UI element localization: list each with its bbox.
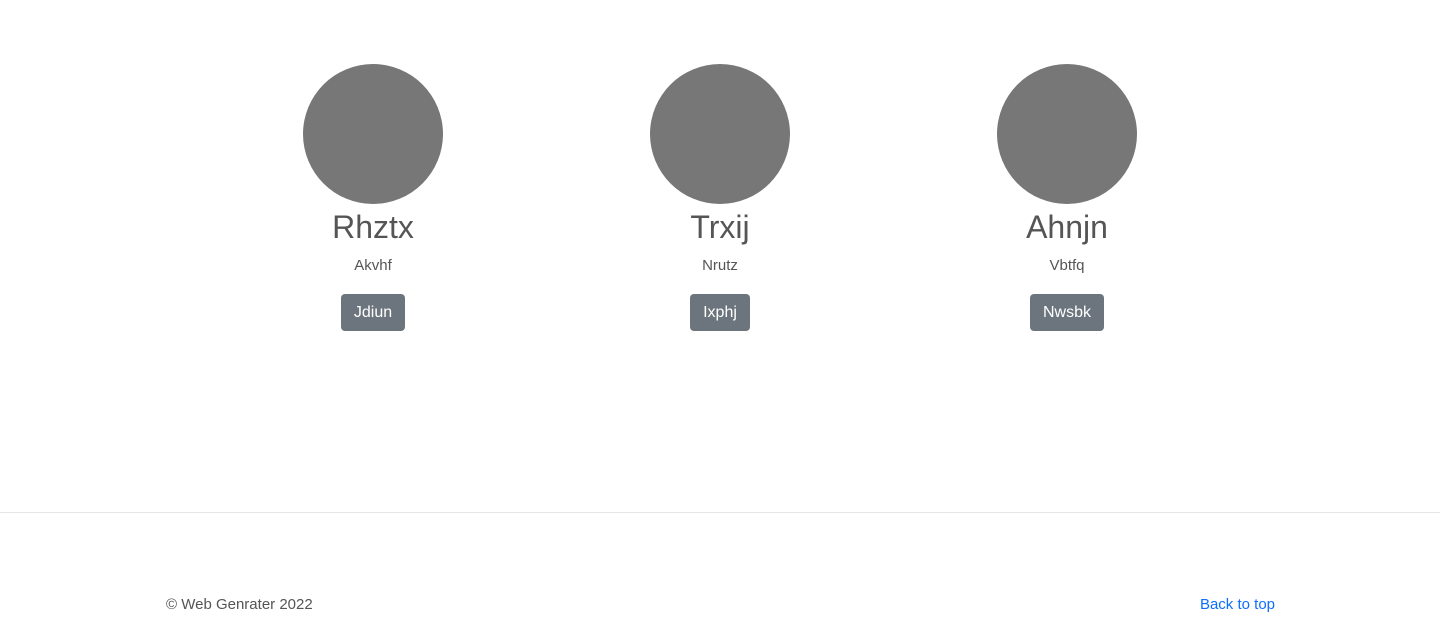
card-button[interactable]: Nwsbk (1029, 294, 1104, 331)
back-to-top-link[interactable]: Back to top (1200, 595, 1275, 615)
card-row: Rhztx Akvhf Jdiun Trxij Nrutz Ixphj Ahnj… (0, 64, 1440, 364)
avatar (650, 64, 790, 204)
page: Rhztx Akvhf Jdiun Trxij Nrutz Ixphj Ahnj… (0, 0, 1440, 617)
card-name: Trxij (690, 209, 750, 245)
copyright-text: © Web Genrater 2022 (166, 596, 313, 613)
card-name: Ahnjn (1026, 209, 1108, 245)
card-name: Rhztx (332, 209, 414, 245)
card-button[interactable]: Jdiun (340, 294, 406, 331)
profile-card: Ahnjn Vbtfq Nwsbk (917, 64, 1217, 331)
avatar (303, 64, 443, 204)
card-button[interactable]: Ixphj (690, 294, 750, 331)
card-subtitle: Vbtfq (1049, 257, 1085, 274)
card-subtitle: Nrutz (702, 257, 738, 274)
profile-card: Trxij Nrutz Ixphj (570, 64, 870, 331)
card-subtitle: Akvhf (354, 257, 392, 274)
footer-divider (0, 512, 1440, 513)
profile-card: Rhztx Akvhf Jdiun (223, 64, 523, 331)
avatar (997, 64, 1137, 204)
